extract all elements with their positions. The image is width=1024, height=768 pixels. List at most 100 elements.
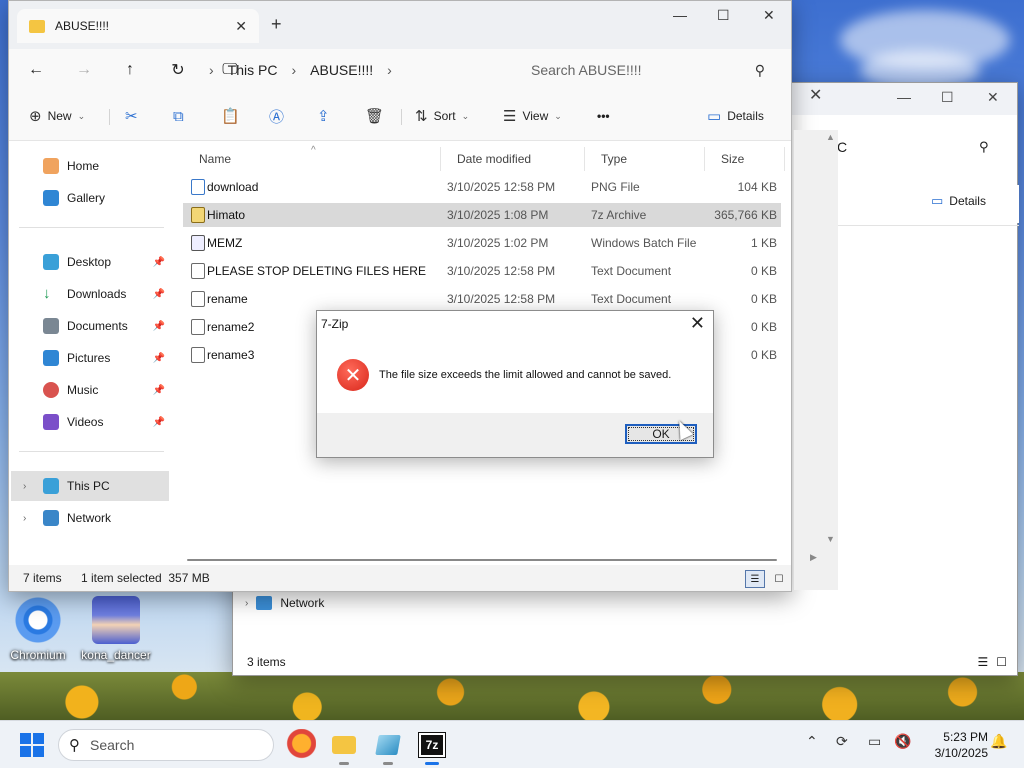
chevron-down-icon: ⌄ [554,110,562,121]
details-button[interactable]: ▭ Details [931,193,986,209]
nav-item-videos[interactable]: Videos 📌 [11,407,169,437]
nav-item-gallery[interactable]: Gallery [11,183,169,213]
minimize-icon[interactable]: — [897,89,911,105]
tiles-view-icon[interactable]: ☐ [769,570,789,588]
chevron-up-icon[interactable]: ⌃ [806,733,818,750]
pictures-icon [43,350,59,366]
back-close-tab-icon[interactable]: ✕ [809,85,822,105]
divider [19,227,164,228]
pin-icon[interactable]: 📌 [153,353,165,364]
file-row[interactable]: MEMZ 3/10/2025 1:02 PM Windows Batch Fil… [183,231,781,255]
start-button[interactable] [20,733,44,757]
back-nav-network[interactable]: › Network [233,591,324,615]
delete-button[interactable]: 🗑 [365,105,384,127]
refresh-icon[interactable]: ↻ [163,55,193,85]
breadcrumb-this-pc[interactable]: This PC [228,62,278,78]
nav-item-pictures[interactable]: Pictures 📌 [11,343,169,373]
nav-item-desktop[interactable]: Desktop 📌 [11,247,169,277]
file-explorer-icon[interactable] [328,729,360,765]
nav-item-this-pc[interactable]: › This PC [11,471,169,501]
error-dialog[interactable]: 7-Zip ✕ ✕ The file size exceeds the limi… [316,310,714,458]
notification-bell-icon[interactable]: 🔔 [990,733,1007,750]
column-header-name[interactable]: ^ Name [183,145,441,171]
vertical-scrollbar[interactable]: ▲ ▼ ▶ [793,130,838,590]
video-icon [43,414,59,430]
details-pane-icon: ▭ [707,108,722,125]
copy-button[interactable]: ⧉ [173,105,184,127]
anime-character-icon [92,596,140,644]
file-row[interactable]: PLEASE STOP DELETING FILES HERE 3/10/202… [183,259,781,283]
close-icon[interactable]: ✕ [987,89,999,106]
details-view-icon[interactable]: ☰ [745,570,765,588]
batch-file-icon [191,235,205,251]
pin-icon[interactable]: 📌 [153,321,165,332]
back-arrow-icon[interactable]: ← [21,55,51,85]
pin-icon[interactable]: 📌 [153,257,165,268]
scroll-up-icon[interactable]: ▲ [826,132,835,142]
tab-abuse[interactable]: ABUSE!!!! ✕ [17,9,259,43]
column-header-date[interactable]: Date modified [441,147,585,171]
chevron-right-icon[interactable]: › [23,481,26,492]
trash-icon: 🗑 [365,108,385,125]
column-header-type[interactable]: Type [585,147,705,171]
file-row[interactable]: Himato 3/10/2025 1:08 PM 7z Archive 365,… [183,203,781,227]
chromium-icon [14,596,62,644]
notepad-icon[interactable] [372,729,404,765]
text-file-icon [191,319,205,335]
display-icon[interactable]: ▭ [868,733,881,750]
breadcrumb-abuse[interactable]: ABUSE!!!! [310,62,373,78]
sync-icon[interactable]: ⟳ [836,733,848,750]
up-arrow-icon[interactable]: ↑ [115,55,145,85]
volume-muted-icon[interactable]: 🔇 [894,733,911,750]
new-tab-icon[interactable]: + [271,14,282,35]
scroll-down-icon[interactable]: ▼ [826,534,835,544]
nav-item-documents[interactable]: Documents 📌 [11,311,169,341]
file-row[interactable]: download 3/10/2025 12:58 PM PNG File 104… [183,175,781,199]
tiles-view-icon[interactable]: ☐ [996,655,1007,669]
nav-item-home[interactable]: Home [11,151,169,181]
pin-icon[interactable]: 📌 [153,417,165,428]
back-search-input[interactable]: C ⚲ [833,133,1013,163]
new-button[interactable]: ⊕ New ⌄ [29,105,85,127]
column-header-size[interactable]: Size [705,147,785,171]
close-icon[interactable]: ✕ [763,7,775,24]
details-button[interactable]: ▭ Details [707,105,764,127]
file-explorer-window[interactable]: ABUSE!!!! ✕ + — ☐ ✕ ← → ↑ ↻ 🖵 › This PC … [8,0,792,592]
forward-arrow-icon[interactable]: → [69,55,99,85]
network-icon [256,596,273,610]
search-input[interactable]: Search ABUSE!!!! ⚲ [519,55,777,85]
maximize-icon[interactable]: ☐ [717,7,730,24]
paste-button[interactable]: 📋 [221,105,240,127]
share-button[interactable]: ⇪ [317,105,330,127]
nav-item-music[interactable]: Music 📌 [11,375,169,405]
more-options-button[interactable]: ••• [597,105,610,127]
firefox-icon[interactable] [284,729,316,761]
divider [19,451,164,452]
maximize-icon[interactable]: ☐ [941,89,954,106]
minimize-icon[interactable]: — [673,7,687,23]
breadcrumb[interactable]: › This PC › ABUSE!!!! › [209,55,509,85]
list-view-icon[interactable]: ☰ [977,655,988,669]
file-row[interactable]: rename 3/10/2025 12:58 PM Text Document … [183,287,781,311]
scroll-right-icon[interactable]: ▶ [810,552,817,563]
rename-button[interactable]: Ⓐ [269,105,284,127]
pin-icon[interactable]: 📌 [153,289,165,300]
nav-item-downloads[interactable]: ↓ Downloads 📌 [11,279,169,309]
pin-icon[interactable]: 📌 [153,385,165,396]
cut-button[interactable]: ✂ [125,105,138,127]
taskbar-search[interactable]: ⚲ Search [58,729,274,761]
close-icon[interactable]: ✕ [690,313,705,334]
view-button[interactable]: ☰ View ⌄ [503,105,562,127]
7zip-icon[interactable]: 7z [416,729,448,765]
close-tab-icon[interactable]: ✕ [235,18,247,35]
network-icon [43,510,59,526]
image-file-icon [191,179,205,195]
nav-item-network[interactable]: › Network [11,503,169,533]
desktop-icon-kona-dancer[interactable]: kona_dancer [80,596,152,662]
sort-button[interactable]: ⇅ Sort ⌄ [415,105,469,127]
search-icon: ⚲ [754,61,765,78]
horizontal-scrollbar[interactable] [187,559,777,561]
chevron-right-icon[interactable]: › [23,513,26,524]
clock[interactable]: 5:23 PM 3/10/2025 [922,729,988,761]
desktop-icon-chromium[interactable]: Chromium [2,596,74,662]
